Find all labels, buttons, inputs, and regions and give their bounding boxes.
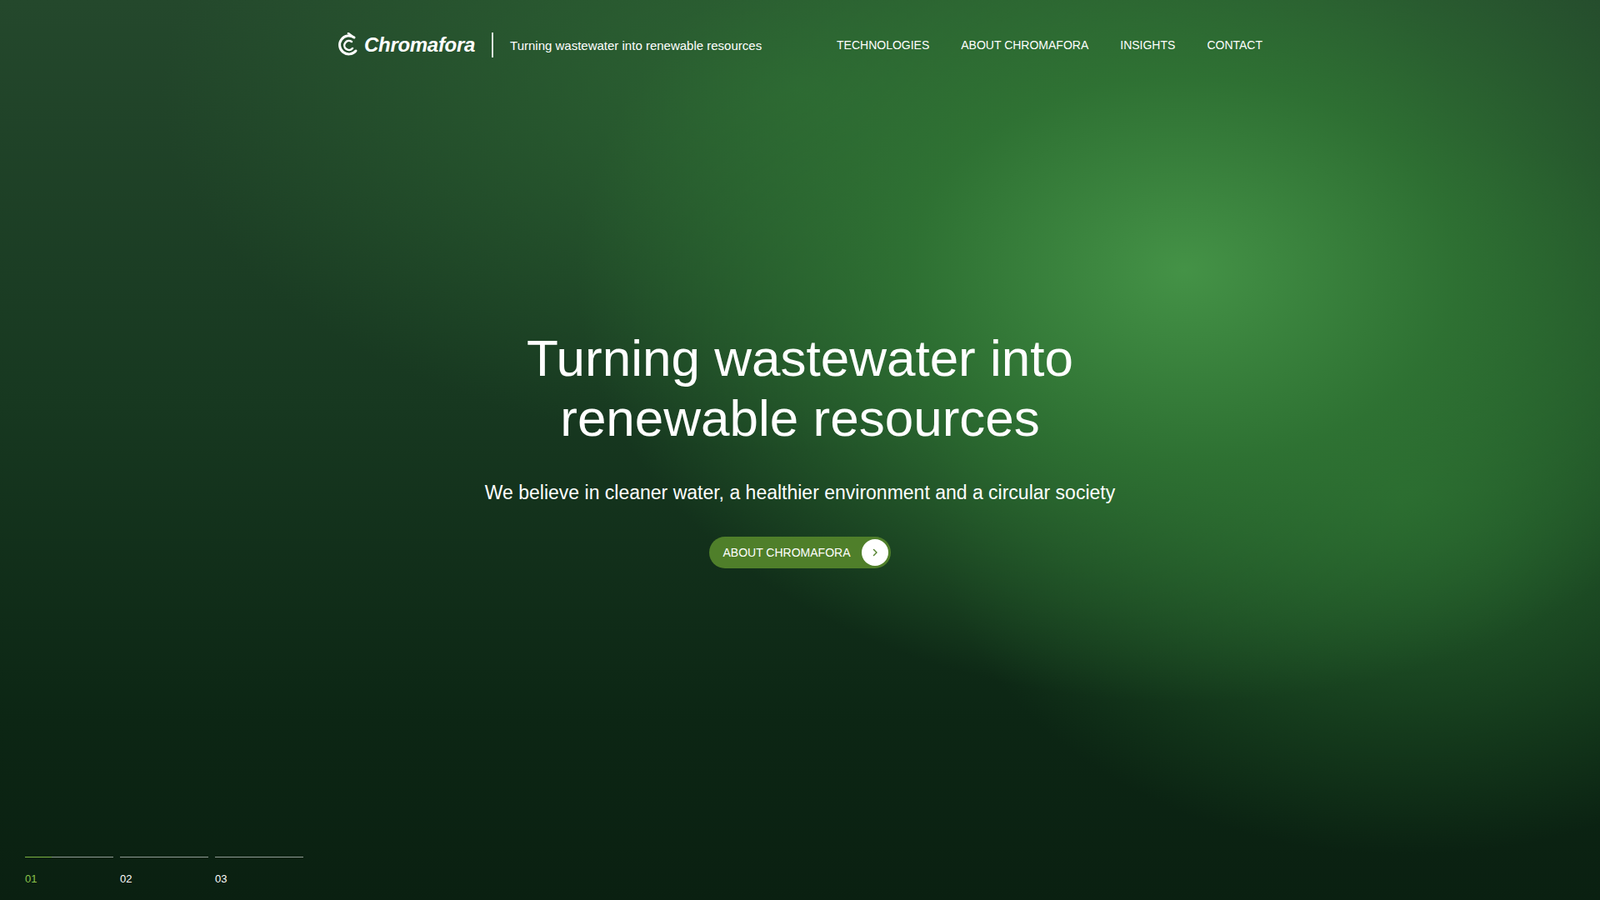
about-button[interactable]: ABOUT CHROMAFORA xyxy=(709,536,892,569)
page: Chromafora Turning wastewater into renewa… xyxy=(0,0,1600,900)
hero-title-line: renewable resources xyxy=(560,388,1040,449)
about-button-label: ABOUT CHROMAFORA xyxy=(723,545,851,560)
nav-item[interactable]: ABOUT CHROMAFORA xyxy=(960,38,1089,52)
logo-icon xyxy=(337,32,360,58)
slide-label: 01 xyxy=(25,872,114,885)
chevron-right-icon xyxy=(870,548,880,557)
slide-progress-track xyxy=(120,856,209,858)
tagline: Turning wastewater into renewable resour… xyxy=(510,38,762,53)
divider xyxy=(491,32,494,58)
hero-title: Turning wastewater intorenewable resourc… xyxy=(526,328,1074,449)
slide-indicator[interactable]: 01 xyxy=(25,856,114,885)
chevron-circle xyxy=(861,539,889,566)
slide-indicator[interactable]: 03 xyxy=(215,856,304,885)
hero-subtitle: We believe in cleaner water, a healthier… xyxy=(485,480,1115,505)
hero-title-line: Turning wastewater into xyxy=(526,328,1074,389)
logo[interactable]: Chromafora xyxy=(337,32,475,58)
slide-progress-track xyxy=(215,856,304,858)
slide-progress-fill xyxy=(25,856,52,858)
slide-progress-track xyxy=(25,856,114,858)
header: Chromafora Turning wastewater into renewa… xyxy=(337,0,1263,70)
main-nav: TECHNOLOGIES ABOUT CHROMAFORA INSIGHTS CONT… xyxy=(836,38,1263,52)
slide-indicator[interactable]: 02 xyxy=(120,856,209,885)
logo-text: Chromafora xyxy=(364,33,475,57)
slide-label: 03 xyxy=(215,872,304,885)
hero: Turning wastewater intorenewable resourc… xyxy=(0,70,1600,569)
nav-item[interactable]: CONTACT xyxy=(1206,38,1263,52)
nav-item[interactable]: INSIGHTS xyxy=(1120,38,1175,52)
nav-item[interactable]: TECHNOLOGIES xyxy=(836,38,930,52)
slide-indicators: 01 02 03 xyxy=(0,856,1600,900)
brand: Chromafora Turning wastewater into renewa… xyxy=(337,32,762,58)
slide-label: 02 xyxy=(120,872,209,885)
